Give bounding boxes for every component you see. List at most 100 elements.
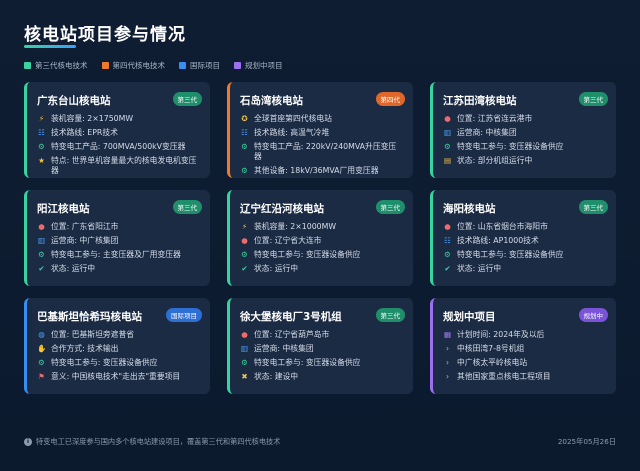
card-row: ● 位置: 辽宁省大连市 — [240, 236, 403, 246]
row-text: 合作方式: 技术输出 — [51, 344, 119, 353]
card-haiyang[interactable]: 海阳核电站 第三代 ● 位置: 山东省烟台市海阳市 ☷ 技术路线: AP1000技术… — [430, 190, 616, 286]
row-text: 中广核太平岭核电站 — [457, 358, 528, 367]
card-taishan[interactable]: 广东台山核电站 第三代 ⚡ 装机容量: 2×1750MW ☷ 技术路线: EPR技术… — [24, 82, 210, 178]
gear-icon: ⚙ — [444, 250, 451, 259]
sliders-icon: ☷ — [444, 236, 451, 245]
status-badge: 第三代 — [578, 92, 608, 106]
row-text: 技术路线: EPR技术 — [51, 128, 118, 137]
info-icon: i — [24, 438, 32, 446]
location-icon: ● — [444, 222, 451, 231]
card-row: ● 位置: 辽宁省葫芦岛市 — [240, 330, 403, 340]
row-text: 位置: 广东省阳江市 — [51, 222, 119, 231]
card-row: ▥ 运营商: 中核集团 — [240, 344, 403, 354]
row-text: 特变电工参与: 变压器设备供应 — [457, 142, 564, 151]
row-text: 特变电工参与: 变压器设备供应 — [254, 358, 361, 367]
card-row: ☷ 技术路线: EPR技术 — [37, 128, 200, 138]
card-shidaowan[interactable]: 石岛湾核电站 第四代 ✪ 全球首座第四代核电站 ☷ 技术路线: 高温气冷堆 ⚙ 特变电… — [227, 82, 413, 178]
card-row: ⚙ 特变电工参与: 变压器设备供应 — [37, 358, 200, 368]
gear-icon: ⚙ — [38, 142, 45, 151]
row-text: 运营商: 中核集团 — [254, 344, 314, 353]
row-text: 其他国家重点核电工程项目 — [457, 372, 551, 381]
handshake-icon: ✋ — [37, 344, 47, 353]
row-text: 特变电工参与: 主变压器及厂用变压器 — [51, 250, 181, 259]
calendar-icon: ▦ — [443, 330, 452, 339]
card-row: ▦ 计划时间: 2024年及以后 — [443, 330, 606, 340]
row-text: 位置: 辽宁省葫芦岛市 — [254, 330, 330, 339]
card-row: ⚡ 装机容量: 2×1750MW — [37, 114, 200, 124]
gear-icon: ⚙ — [241, 142, 248, 151]
legend-swatch — [101, 62, 109, 69]
status-badge: 第四代 — [375, 92, 405, 106]
gear-icon: ⚙ — [38, 358, 45, 367]
footer-date: 2025年05月26日 — [557, 437, 616, 446]
card-row: › 中广核太平岭核电站 — [443, 358, 606, 368]
card-row: › 中核田湾7-8号机组 — [443, 344, 606, 354]
card-row: ▥ 运营商: 中核集团 — [443, 128, 606, 138]
card-row: ⚑ 意义: 中国核电技术"走出去"重要项目 — [37, 372, 200, 382]
title-underline — [24, 45, 76, 48]
card-row: ● 位置: 江苏省连云港市 — [443, 114, 606, 124]
legend: 第三代核电技术 第四代核电技术 国际项目 规划中项目 — [24, 60, 283, 71]
card-row: ◍ 位置: 巴基斯坦旁遮普省 — [37, 330, 200, 340]
card-row: ⚙ 其他设备: 18kV/36MVA厂用变压器 — [240, 166, 403, 176]
legend-label: 国际项目 — [190, 61, 220, 70]
location-icon: ● — [444, 114, 451, 123]
row-text: 特变电工参与: 变压器设备供应 — [51, 358, 158, 367]
row-text: 状态: 部分机组运行中 — [457, 156, 533, 165]
legend-label: 第四代核电技术 — [112, 61, 166, 70]
legend-swatch — [234, 62, 241, 69]
sliders-icon: ☷ — [38, 128, 45, 137]
sliders-icon: ☷ — [241, 128, 248, 137]
card-row: ▤ 状态: 部分机组运行中 — [443, 156, 606, 166]
card-row: ● 位置: 山东省烟台市海阳市 — [443, 222, 606, 232]
card-planned[interactable]: 规划中项目 规划中 ▦ 计划时间: 2024年及以后 › 中核田湾7-8号机组 › 中… — [430, 298, 616, 394]
row-text: 中核田湾7-8号机组 — [457, 344, 525, 353]
card-row: ✪ 全球首座第四代核电站 — [240, 114, 403, 124]
card-row: ⚡ 装机容量: 2×1000MW — [240, 222, 403, 232]
card-row: ⚙ 特变电工产品: 700MVA/500kV变压器 — [37, 142, 200, 152]
legend-item-intl: 国际项目 — [179, 60, 220, 71]
row-text: 技术路线: AP1000技术 — [457, 236, 539, 245]
card-hongyanhe[interactable]: 辽宁红沿河核电站 第三代 ⚡ 装机容量: 2×1000MW ● 位置: 辽宁省大连市… — [227, 190, 413, 286]
row-text: 状态: 建设中 — [254, 372, 299, 381]
legend-item-gen3: 第三代核电技术 — [24, 60, 88, 71]
card-row: ✔ 状态: 运行中 — [240, 264, 403, 274]
card-row: ✔ 状态: 运行中 — [443, 264, 606, 274]
card-chashma[interactable]: 巴基斯坦恰希玛核电站 国际项目 ◍ 位置: 巴基斯坦旁遮普省 ✋ 合作方式: 技术输… — [24, 298, 210, 394]
status-badge: 第三代 — [172, 92, 202, 106]
row-text: 意义: 中国核电技术"走出去"重要项目 — [51, 372, 181, 381]
gear-icon: ⚙ — [241, 166, 248, 175]
globe-icon: ◍ — [38, 330, 45, 339]
location-icon: ● — [241, 236, 248, 245]
card-tianwan[interactable]: 江苏田湾核电站 第三代 ● 位置: 江苏省连云港市 ▥ 运营商: 中核集团 ⚙ 特变电… — [430, 82, 616, 178]
status-badge: 第三代 — [172, 200, 202, 214]
page-title: 核电站项目参与情况 — [24, 25, 186, 45]
row-text: 位置: 江苏省连云港市 — [457, 114, 533, 123]
status-badge: 第三代 — [375, 308, 405, 322]
legend-label: 第三代核电技术 — [35, 61, 88, 70]
status-badge: 国际项目 — [166, 308, 202, 322]
card-row: ⚙ 特变电工参与: 变压器设备供应 — [240, 358, 403, 368]
footer-note: i 特变电工已深度参与国内多个核电站建设项目，覆盖第三代和第四代核电技术 — [24, 437, 280, 447]
building-icon: ▥ — [443, 128, 452, 137]
card-row: ☷ 技术路线: AP1000技术 — [443, 236, 606, 246]
legend-item-plan: 规划中项目 — [234, 60, 283, 71]
status-badge: 第三代 — [578, 200, 608, 214]
chevron-right-icon: › — [446, 344, 449, 353]
gear-icon: ⚙ — [38, 250, 45, 259]
location-icon: ● — [241, 330, 248, 339]
row-text: 状态: 运行中 — [254, 264, 299, 273]
card-xudabao[interactable]: 徐大堡核电厂3号机组 第三代 ● 位置: 辽宁省葫芦岛市 ▥ 运营商: 中核集团 ⚙… — [227, 298, 413, 394]
card-row: ✖ 状态: 建设中 — [240, 372, 403, 382]
tools-icon: ✖ — [241, 372, 248, 381]
building-icon: ▥ — [240, 344, 249, 353]
row-text: 特点: 世界单机容量最大的核电发电机变压器 — [51, 156, 197, 175]
card-row: ⚙ 特变电工参与: 主变压器及厂用变压器 — [37, 250, 200, 260]
card-row: ⚙ 特变电工参与: 变压器设备供应 — [443, 142, 606, 152]
legend-item-gen4: 第四代核电技术 — [101, 60, 166, 71]
lightning-icon: ⚡ — [38, 114, 45, 123]
building-icon: ▥ — [37, 236, 46, 245]
row-text: 状态: 运行中 — [51, 264, 96, 273]
status-badge: 规划中 — [578, 308, 608, 322]
card-yangjiang[interactable]: 阳江核电站 第三代 ● 位置: 广东省阳江市 ▥ 运营商: 中广核集团 ⚙ 特变电工参… — [24, 190, 210, 286]
